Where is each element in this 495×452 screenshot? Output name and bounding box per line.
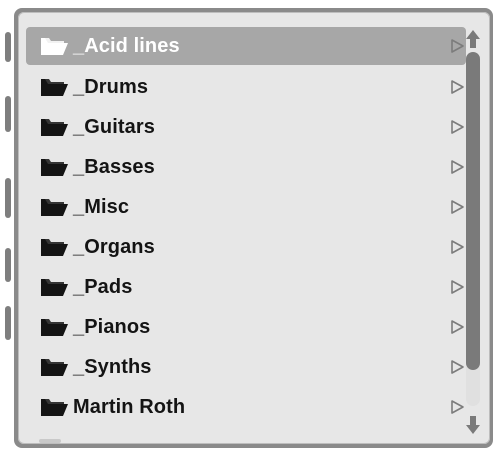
folder-label: _Pads	[73, 275, 133, 298]
arrow-up-icon[interactable]	[464, 28, 482, 50]
folder-icon	[39, 396, 69, 418]
edge-control	[5, 248, 11, 282]
folder-icon	[39, 196, 69, 218]
folder-icon	[39, 316, 69, 338]
folder-label: _Basses	[73, 155, 155, 178]
folder-row[interactable]: _Synths	[26, 347, 466, 387]
folder-icon	[39, 236, 69, 258]
folder-icon	[39, 76, 69, 98]
edge-control	[5, 306, 11, 340]
folder-row[interactable]: Martin Roth	[26, 387, 466, 427]
folder-label: _Pianos	[73, 315, 151, 338]
clipped-row-edge	[39, 439, 61, 443]
scroll-thumb[interactable]	[466, 52, 480, 370]
folder-row[interactable]: _Acid lines	[26, 27, 466, 65]
edge-control	[5, 96, 11, 132]
folder-row[interactable]: _Pads	[26, 267, 466, 307]
folder-row[interactable]: _Drums	[26, 67, 466, 107]
folder-label: _Synths	[73, 355, 152, 378]
folder-row[interactable]: _Organs	[26, 227, 466, 267]
vertical-scrollbar[interactable]	[462, 18, 484, 438]
folder-row[interactable]: _Misc	[26, 187, 466, 227]
folder-icon	[39, 156, 69, 178]
folder-row[interactable]: _Pianos	[26, 307, 466, 347]
folder-list: _Acid lines _Drums _Guitars _Basses _Misc _Or…	[26, 18, 466, 444]
folder-row[interactable]: _Basses	[26, 147, 466, 187]
folder-label: _Drums	[73, 75, 149, 98]
folder-icon	[39, 35, 69, 57]
arrow-down-icon[interactable]	[464, 414, 482, 436]
edge-control	[5, 32, 11, 62]
screen: _Acid lines _Drums _Guitars _Basses _Misc _Or…	[0, 0, 495, 452]
edge-control	[5, 178, 11, 218]
folder-row[interactable]: _Guitars	[26, 107, 466, 147]
folder-icon	[39, 356, 69, 378]
folder-label: _Organs	[73, 235, 155, 258]
folder-icon	[39, 116, 69, 138]
folder-label: _Guitars	[73, 115, 155, 138]
folder-label: _Acid lines	[73, 34, 180, 57]
folder-label: _Misc	[73, 195, 130, 218]
folder-icon	[39, 276, 69, 298]
background-panel-edge	[0, 0, 14, 452]
list-item-clipped	[26, 427, 466, 444]
folder-label: Martin Roth	[73, 395, 186, 418]
file-browser: _Acid lines _Drums _Guitars _Basses _Misc _Or…	[18, 12, 490, 444]
